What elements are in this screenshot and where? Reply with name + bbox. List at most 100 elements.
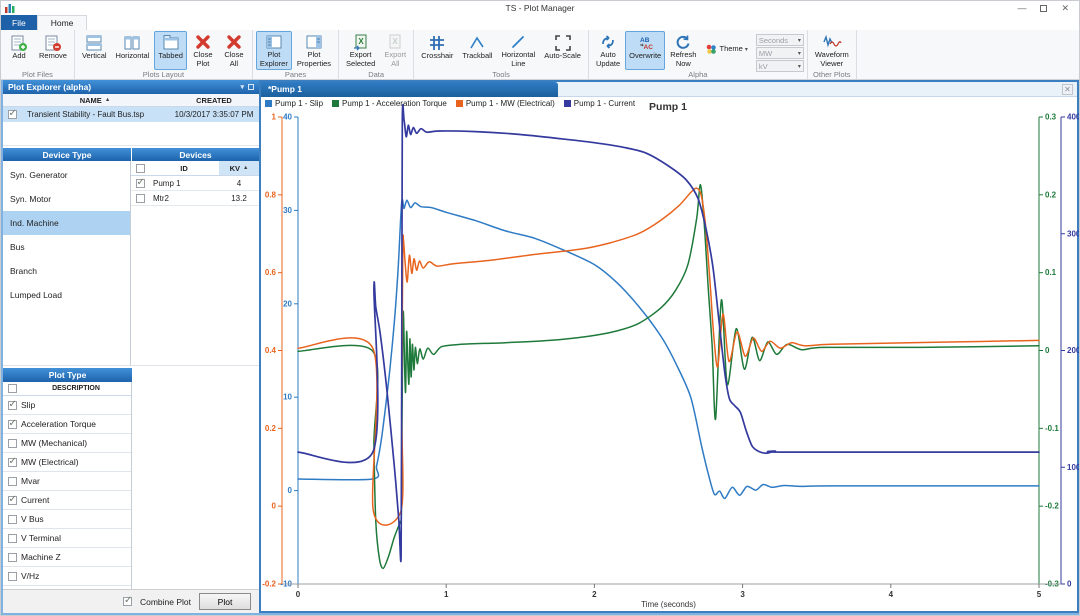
plot-type-row-mw-electrical[interactable]: MW (Electrical) [3,453,131,472]
svg-text:1: 1 [444,590,449,599]
crosshair-button[interactable]: Crosshair [417,31,457,70]
id-column-header[interactable]: ID [149,161,219,175]
svg-text:-0.2: -0.2 [262,580,276,589]
waveform-viewer-icon [822,33,842,51]
auto-update-button[interactable]: Auto Update [592,31,624,70]
name-column-header[interactable]: NAME▲ [21,96,169,105]
plot-type-row-v-bus[interactable]: V Bus [3,510,131,529]
tab-pump1[interactable]: *Pump 1 [261,82,558,97]
plot-type-row-mw-mechanical[interactable]: MW (Mechanical) [3,434,131,453]
device-checkbox[interactable] [136,179,145,188]
panel-title: Plot Explorer (alpha) [8,82,236,92]
device-type-lumped-load[interactable]: Lumped Load [3,283,130,307]
legend-item-slip: Pump 1 - Slip [265,99,323,108]
device-row[interactable]: Pump 1 4 [131,176,259,191]
group-plots-layout: Vertical Horizontal Tabbed Close Plot Cl… [75,30,253,79]
svg-text:400: 400 [1067,113,1079,122]
device-type-ind-machine[interactable]: Ind. Machine [3,211,130,235]
add-button[interactable]: Add [4,31,34,70]
time-unit-combo[interactable]: Seconds▾ [756,34,804,46]
waveform-viewer-button[interactable]: Waveform Viewer [811,31,853,70]
svg-text:X: X [393,37,399,46]
plot-explorer-icon [265,33,283,51]
plot-type-row-mvar[interactable]: Mvar [3,472,131,491]
combine-plot-checkbox[interactable] [123,597,132,606]
plot-type-checkbox[interactable] [8,553,17,562]
created-column-header[interactable]: CREATED [169,96,259,105]
export-selected-icon: X [352,33,370,51]
device-area: Syn. Generator Syn. Motor Ind. Machine B… [3,161,259,366]
chevron-down-icon[interactable]: ▾ [240,83,244,91]
plot-button[interactable]: Plot [199,593,251,610]
chart-area[interactable]: 10.80.60.40.20-0.2403020100-100.30.20.10… [261,97,1077,611]
chevron-down-icon: ▾ [798,50,801,57]
svg-text:AC: AC [644,44,654,51]
export-selected-button[interactable]: X Export Selected [342,31,379,70]
select-all-devices-checkbox[interactable] [136,164,145,173]
plot-explorer-button[interactable]: Plot Explorer [256,31,292,70]
device-type-branch[interactable]: Branch [3,259,130,283]
tab-file[interactable]: File [1,15,37,30]
vertical-button[interactable]: Vertical [78,31,111,70]
theme-button[interactable]: Theme ▾ [701,41,751,57]
export-all-icon: X [386,33,404,51]
auto-scale-button[interactable]: Auto-Scale [540,31,585,70]
plot-type-checkbox[interactable] [8,401,17,410]
kv-column-header[interactable]: KV▲ [219,161,259,175]
tabbed-button[interactable]: Tabbed [154,31,187,70]
plot-type-checkbox[interactable] [8,496,17,505]
group-label: Other Plots [811,70,853,80]
file-checkbox[interactable] [8,110,17,119]
device-type-syn-motor[interactable]: Syn. Motor [3,187,130,211]
trackball-button[interactable]: Trackball [458,31,496,70]
device-checkbox[interactable] [136,194,145,203]
horizontal-button[interactable]: Horizontal [112,31,154,70]
plot-type-checkbox[interactable] [8,439,17,448]
overwrite-button[interactable]: ABAC Overwrite [625,31,665,70]
group-data: X Export Selected X Export All Data [339,30,414,79]
plot-type-row-current[interactable]: Current [3,491,131,510]
svg-text:0.2: 0.2 [1045,190,1057,199]
sidebar-footer: Combine Plot Plot [3,589,259,613]
svg-text:300: 300 [1067,229,1079,238]
close-all-button[interactable]: Close All [219,31,249,70]
files-empty-area [3,122,259,146]
device-type-header: Device Type [3,148,131,161]
plot-type-checkbox[interactable] [8,458,17,467]
device-type-bus[interactable]: Bus [3,235,130,259]
plot-type-row-v-hz[interactable]: V/Hz [3,567,131,586]
svg-text:3: 3 [740,590,745,599]
pump1-chart[interactable]: 10.80.60.40.20-0.2403020100-100.30.20.10… [261,97,1079,616]
plot-type-checkbox[interactable] [8,515,17,524]
plot-type-empty-area [132,382,259,589]
plot-type-row-v-terminal[interactable]: V Terminal [3,529,131,548]
power-unit-combo[interactable]: MW▾ [756,47,804,59]
device-row[interactable]: Mtr2 13.2 [131,191,259,206]
svg-text:100: 100 [1067,463,1079,472]
remove-button[interactable]: Remove [35,31,71,70]
plot-properties-button[interactable]: Plot Properties [293,31,335,70]
plot-type-row-acceleration-torque[interactable]: Acceleration Torque [3,415,131,434]
plot-type-checkbox[interactable] [8,477,17,486]
description-column-header[interactable]: DESCRIPTION [21,385,131,392]
pin-icon[interactable] [248,84,254,90]
plot-type-checkbox[interactable] [8,572,17,581]
tab-home[interactable]: Home [37,15,88,30]
svg-text:-0.2: -0.2 [1045,502,1059,511]
device-type-syn-generator[interactable]: Syn. Generator [3,163,130,187]
plot-type-checkbox[interactable] [8,420,17,429]
select-all-plot-types-checkbox[interactable] [8,384,17,393]
auto-update-icon [599,33,617,51]
plot-type-row-slip[interactable]: Slip [3,396,131,415]
plot-type-area: DESCRIPTION Slip Acceleration Torque MW … [3,382,259,589]
chart-title: Pump 1 [558,101,778,113]
horizontal-line-button[interactable]: Horizontal Line [497,31,539,70]
plot-type-checkbox[interactable] [8,534,17,543]
plot-type-row-machine-z[interactable]: Machine Z [3,548,131,567]
file-row[interactable]: Transient Stability - Fault Bus.tsp 10/3… [3,107,259,122]
close-plot-tab-icon[interactable]: ✕ [1062,84,1073,95]
group-label: Plot Files [4,70,71,80]
refresh-now-button[interactable]: Refresh Now [666,31,700,70]
plot-type-table: DESCRIPTION Slip Acceleration Torque MW … [3,382,132,589]
close-plot-button[interactable]: Close Plot [188,31,218,70]
